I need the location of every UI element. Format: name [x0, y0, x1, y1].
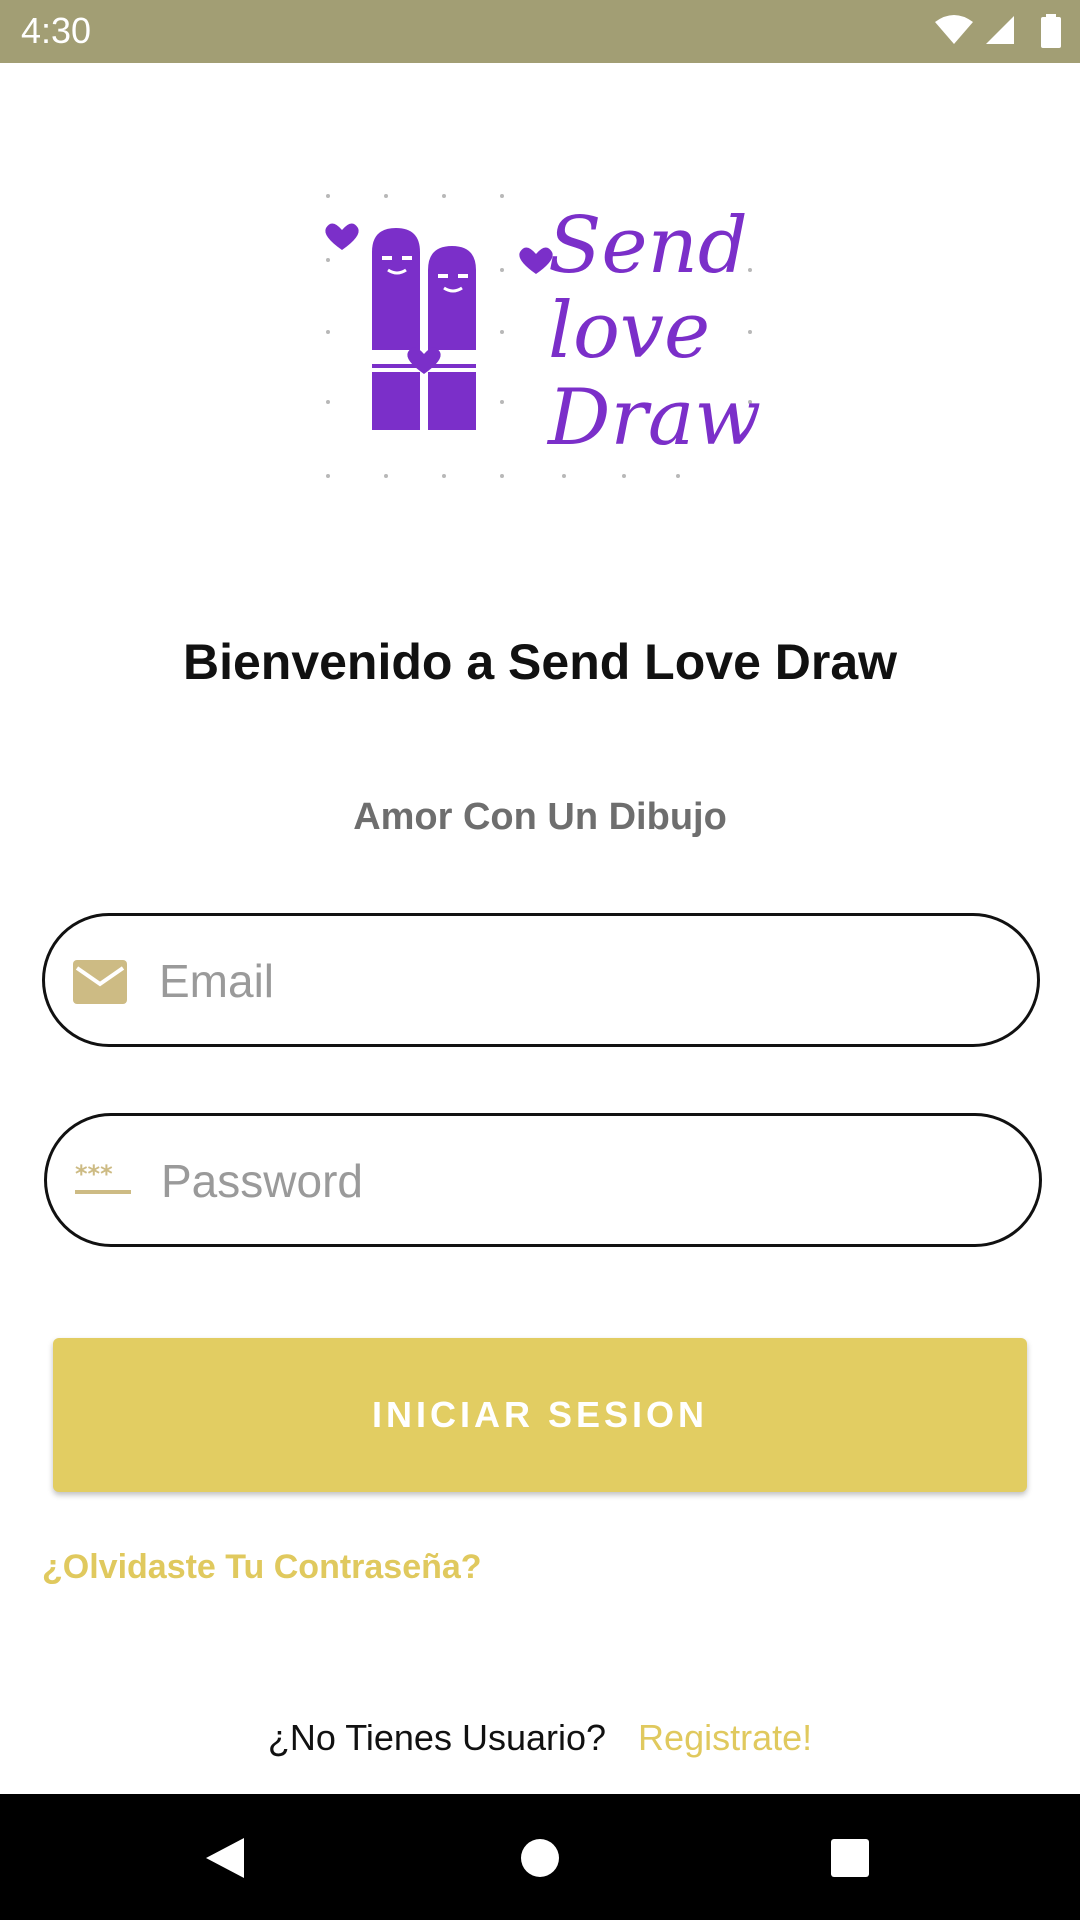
recents-icon[interactable] — [830, 1838, 870, 1878]
register-row: ¿No Tienes Usuario? Registrate! — [0, 1716, 1080, 1760]
register-link[interactable]: Registrate! — [638, 1717, 812, 1758]
wifi-icon — [935, 15, 973, 44]
password-field[interactable]: *** — [44, 1113, 1042, 1247]
envelope-icon — [73, 960, 127, 1004]
logo-text-draw: Draw — [546, 373, 761, 463]
logo-text-send: Send — [548, 201, 748, 291]
email-field[interactable] — [42, 913, 1040, 1047]
app-logo: Send love Draw — [325, 194, 761, 478]
svg-text:***: *** — [75, 1160, 113, 1188]
home-icon[interactable] — [520, 1838, 560, 1878]
cell-signal-icon — [986, 16, 1014, 44]
forgot-password-link[interactable]: ¿Olvidaste Tu Contraseña? — [42, 1545, 482, 1589]
status-time: 4:30 — [21, 10, 92, 51]
status-bar: 4:30 — [0, 0, 1080, 63]
register-question: ¿No Tienes Usuario? — [267, 1717, 607, 1758]
logo-text-love: love — [548, 286, 710, 376]
password-input[interactable] — [159, 1138, 1003, 1224]
subtitle: Amor Con Un Dibujo — [353, 796, 727, 838]
email-input[interactable] — [157, 938, 1001, 1024]
login-button[interactable]: INICIAR SESION — [53, 1338, 1027, 1492]
navigation-bar — [0, 1794, 1080, 1920]
battery-icon — [1041, 14, 1061, 48]
welcome-title: Bienvenido a Send Love Draw — [182, 634, 898, 690]
password-icon: *** — [75, 1160, 131, 1194]
back-icon[interactable] — [204, 1836, 246, 1880]
